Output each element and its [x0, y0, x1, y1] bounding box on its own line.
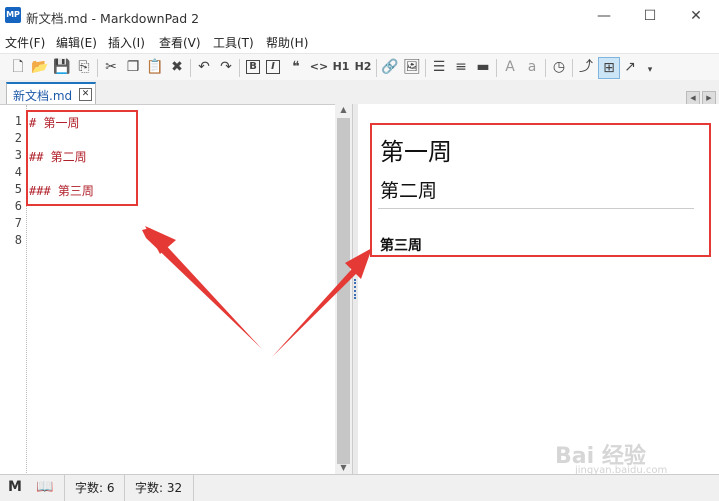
- undo-icon[interactable]: ↶: [194, 57, 214, 77]
- menu-insert[interactable]: 插入(I): [108, 34, 145, 51]
- new-document-icon[interactable]: 🗋: [8, 57, 28, 77]
- live-preview-icon[interactable]: ⊞: [598, 57, 620, 79]
- code-icon[interactable]: <>: [309, 57, 329, 77]
- redo-icon[interactable]: ↷: [216, 57, 236, 77]
- line-number: 4: [14, 165, 22, 179]
- tab-scroll-right-icon[interactable]: ▶: [702, 91, 716, 105]
- book-icon[interactable]: 📖: [36, 479, 53, 495]
- close-button[interactable]: ✕: [673, 0, 719, 32]
- line-number-gutter: 1 2 3 4 5 6 7 8: [0, 105, 27, 475]
- toolbar-overflow-icon[interactable]: ▾: [640, 60, 660, 80]
- scroll-up-icon[interactable]: ▲: [335, 104, 352, 116]
- title-bar: MP 新文档.md - MarkdownPad 2 — ☐ ✕: [0, 0, 719, 32]
- toolbar-separator: [572, 59, 573, 77]
- maximize-button[interactable]: ☐: [627, 0, 673, 32]
- heading2-icon[interactable]: H2: [353, 57, 373, 77]
- tab-scroll-left-icon[interactable]: ◀: [686, 91, 700, 105]
- open-folder-icon[interactable]: 📂: [30, 57, 50, 77]
- italic-icon[interactable]: I: [266, 60, 280, 74]
- tab-close-icon[interactable]: ✕: [79, 88, 92, 101]
- link-icon[interactable]: 🔗: [380, 57, 400, 77]
- line-number: 8: [14, 233, 22, 247]
- lowercase-icon[interactable]: a: [522, 57, 542, 77]
- line-number: 1: [14, 114, 22, 128]
- cut-icon[interactable]: ✂: [101, 57, 121, 77]
- document-tab[interactable]: 新文档.md ✕: [6, 82, 96, 104]
- app-logo-icon: MP: [5, 7, 21, 23]
- line-number: 2: [14, 131, 22, 145]
- menu-view[interactable]: 查看(V): [159, 34, 201, 51]
- toolbar-separator: [239, 59, 240, 77]
- horizontal-rule-icon[interactable]: ▬: [473, 57, 493, 77]
- minimize-button[interactable]: —: [581, 0, 627, 32]
- numbered-list-icon[interactable]: ≡: [451, 57, 471, 77]
- char-count: 字数: 32: [124, 475, 194, 501]
- editor-annotation-box: [26, 110, 138, 206]
- quote-icon[interactable]: ❝: [286, 57, 306, 77]
- paste-icon[interactable]: 📋: [145, 57, 165, 77]
- line-number: 7: [14, 216, 22, 230]
- timestamp-icon[interactable]: ◷: [549, 57, 569, 77]
- toolbar-separator: [496, 59, 497, 77]
- toolbar-separator: [545, 59, 546, 77]
- bold-icon[interactable]: B: [246, 60, 260, 74]
- menu-bar: 文件(F) 编辑(E) 插入(I) 查看(V) 工具(T) 帮助(H): [0, 32, 719, 52]
- swap-panes-icon[interactable]: ⤴: [576, 57, 596, 77]
- menu-edit[interactable]: 编辑(E): [56, 34, 97, 51]
- heading1-icon[interactable]: H1: [331, 57, 351, 77]
- uppercase-icon[interactable]: A: [500, 57, 520, 77]
- preview-annotation-box: [370, 123, 711, 257]
- bulleted-list-icon[interactable]: ☰: [429, 57, 449, 77]
- editor-scrollbar[interactable]: ▲ ▼: [335, 104, 352, 474]
- save-icon[interactable]: 💾: [52, 57, 72, 77]
- tab-label: 新文档.md: [13, 89, 73, 103]
- word-count: 字数: 6: [64, 475, 124, 501]
- line-number: 3: [14, 148, 22, 162]
- toolbar-separator: [425, 59, 426, 77]
- save-all-icon[interactable]: ⎘: [74, 57, 94, 77]
- line-number: 6: [14, 199, 22, 213]
- toolbar: 🗋 📂 💾 ⎘ ✂ ❐ 📋 ✖ ↶ ↷ B I ❝ <> H1 H2 🔗 🖼 ☰…: [0, 53, 719, 81]
- toolbar-separator: [190, 59, 191, 77]
- markdown-icon[interactable]: M: [8, 479, 22, 495]
- menu-tools[interactable]: 工具(T): [213, 34, 254, 51]
- image-icon[interactable]: 🖼: [402, 57, 422, 77]
- scroll-thumb[interactable]: [337, 118, 350, 464]
- line-number: 5: [14, 182, 22, 196]
- toolbar-separator: [376, 59, 377, 77]
- toolbar-separator: [97, 59, 98, 77]
- delete-icon[interactable]: ✖: [167, 57, 187, 77]
- menu-file[interactable]: 文件(F): [5, 34, 45, 51]
- tab-bar: 新文档.md ✕: [0, 80, 719, 104]
- scroll-down-icon[interactable]: ▼: [335, 462, 352, 474]
- copy-icon[interactable]: ❐: [123, 57, 143, 77]
- window-title: 新文档.md - MarkdownPad 2: [26, 11, 200, 26]
- export-icon[interactable]: ↗: [620, 57, 640, 77]
- menu-help[interactable]: 帮助(H): [266, 34, 308, 51]
- status-bar: M 📖 字数: 6 字数: 32: [0, 474, 719, 501]
